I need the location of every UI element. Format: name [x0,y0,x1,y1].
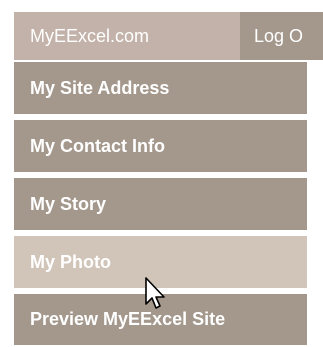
menu-item-label: Preview MyEExcel Site [30,309,226,329]
nav-tab-log-out[interactable]: Log O [240,12,323,60]
nav-tab-myeexcel-label: MyEExcel.com [30,25,150,46]
menu-item-label: My Contact Info [30,135,165,156]
menu-item-label: My Site Address [30,77,170,98]
menu-item-my-site-address[interactable]: My Site Address [14,62,307,114]
nav-tab-log-out-label: Log O [254,25,304,46]
menu-item-label: My Photo [30,251,111,272]
menu-item-my-contact-info[interactable]: My Contact Info [14,120,307,172]
menu-item-my-story[interactable]: My Story [14,178,307,230]
top-navigation-bar: MyEExcel.com Log O [14,12,323,60]
mouse-pointer-icon [145,277,165,309]
menu-item-label: My Story [30,193,107,214]
nav-tab-myeexcel[interactable]: MyEExcel.com [14,12,240,60]
